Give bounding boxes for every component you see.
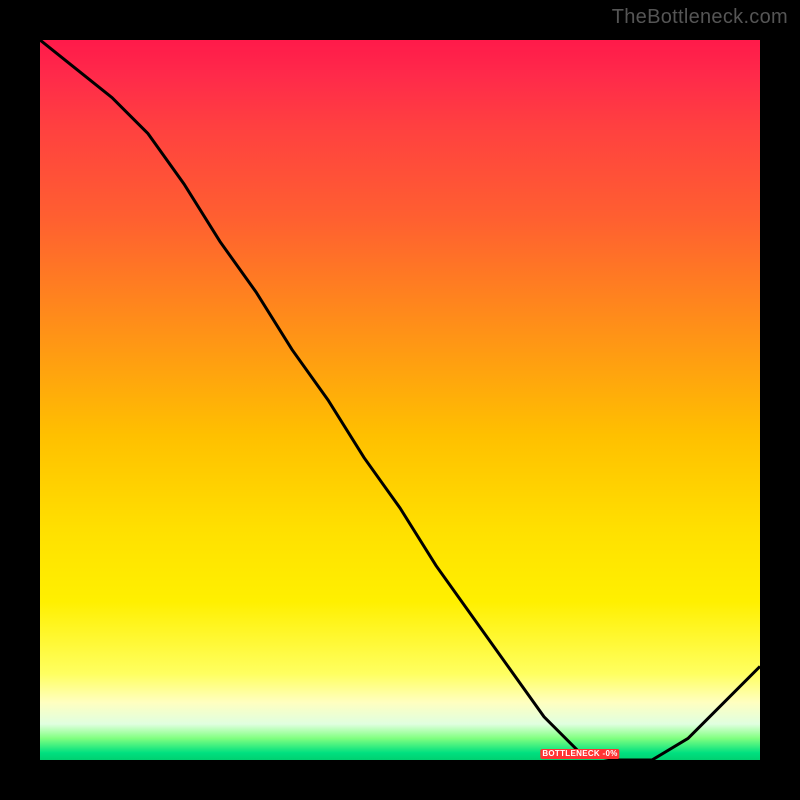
- watermark-text: TheBottleneck.com: [612, 6, 788, 29]
- chart-container: TheBottleneck.com BOTTLENECK -0%: [0, 0, 800, 800]
- curve-line: [40, 40, 760, 760]
- plot-area: BOTTLENECK -0%: [40, 40, 760, 760]
- bottleneck-badge: BOTTLENECK -0%: [540, 749, 619, 759]
